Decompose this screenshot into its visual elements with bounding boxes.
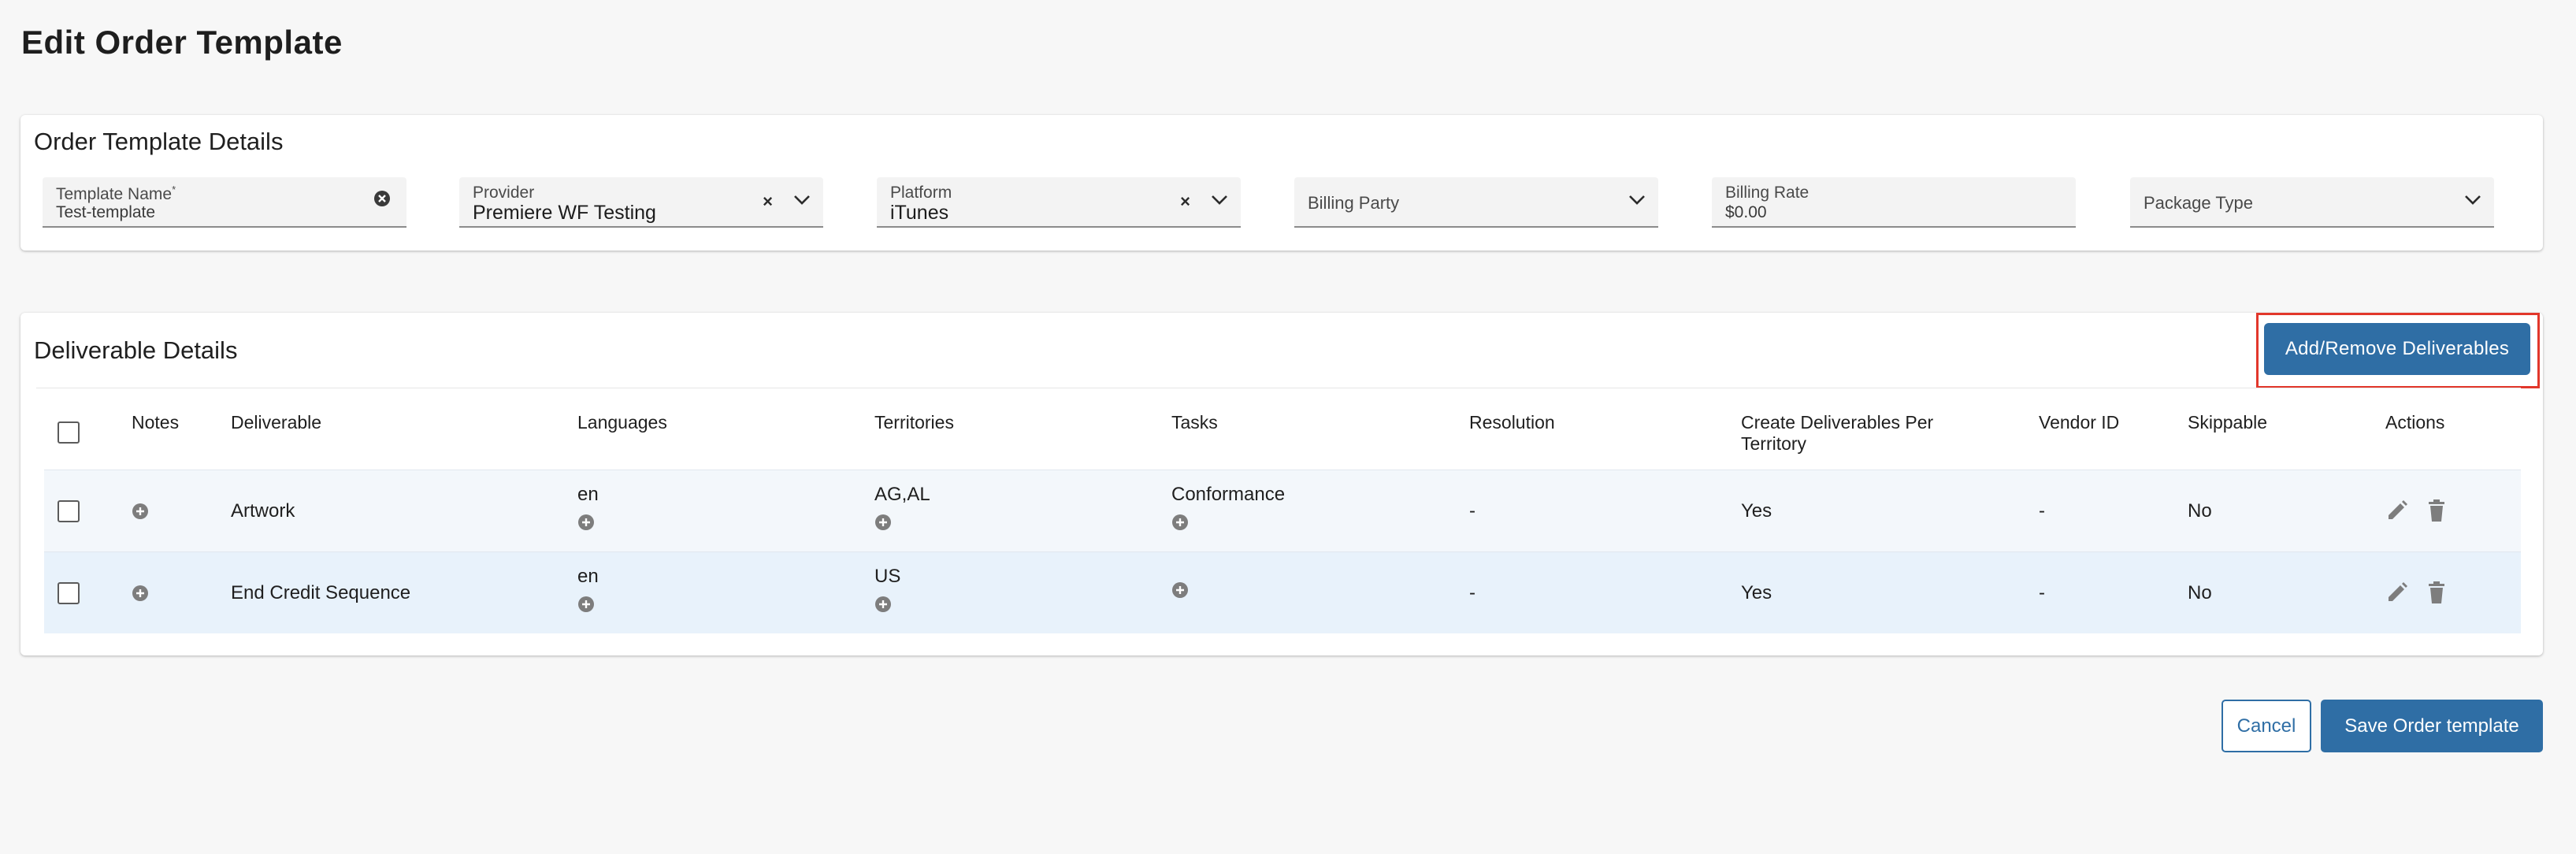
deliverables-section-title: Deliverable Details [34, 336, 238, 364]
add-note-icon[interactable] [132, 585, 149, 602]
row-checkbox[interactable] [58, 500, 80, 522]
provider-value: Premiere WF Testing [473, 202, 656, 224]
add-language-icon[interactable] [577, 596, 595, 613]
table-row: Artwork en AG,AL Conformance - Yes - No [44, 470, 2521, 551]
platform-label: Platform [890, 184, 952, 202]
create-per-territory-value: Yes [1741, 500, 1772, 522]
details-section-title: Order Template Details [34, 128, 284, 155]
billing-rate-field[interactable]: Billing Rate $0.00 [1712, 177, 2076, 228]
languages-value: en [577, 566, 599, 587]
add-note-icon[interactable] [132, 503, 149, 520]
template-name-field[interactable]: Template Name* Test-template [43, 177, 406, 228]
column-header-vendor-id: Vendor ID [2039, 412, 2120, 433]
add-remove-deliverables-button[interactable]: Add/Remove Deliverables [2264, 323, 2530, 375]
save-order-template-button[interactable]: Save Order template [2321, 700, 2543, 752]
vendor-id-value: - [2039, 500, 2045, 522]
billing-rate-value: $0.00 [1725, 203, 1767, 221]
deliverable-name: Artwork [231, 500, 295, 522]
delete-icon[interactable] [2425, 579, 2448, 606]
chevron-down-icon[interactable] [793, 195, 811, 206]
row-checkbox[interactable] [58, 582, 80, 604]
column-header-tasks: Tasks [1171, 412, 1218, 433]
deliverable-name: End Credit Sequence [231, 582, 411, 603]
resolution-value: - [1469, 500, 1475, 522]
chevron-down-icon[interactable] [1628, 195, 1646, 206]
territories-value: AG,AL [874, 484, 930, 505]
delete-icon[interactable] [2425, 497, 2448, 524]
create-per-territory-value: Yes [1741, 582, 1772, 603]
column-header-actions: Actions [2385, 412, 2445, 433]
add-territory-icon[interactable] [874, 596, 892, 613]
provider-label: Provider [473, 184, 535, 202]
tasks-value: Conformance [1171, 484, 1286, 505]
platform-select[interactable]: Platform iTunes × [877, 177, 1241, 228]
package-type-label: Package Type [2144, 193, 2254, 213]
add-task-icon[interactable] [1171, 514, 1189, 531]
vendor-id-value: - [2039, 582, 2045, 603]
territories-value: US [874, 566, 901, 587]
column-header-resolution: Resolution [1469, 412, 1555, 433]
add-language-icon[interactable] [577, 514, 595, 531]
select-all-checkbox[interactable] [58, 421, 80, 444]
table-header: Notes Deliverable Languages Territories … [36, 388, 2521, 470]
page-title: Edit Order Template [21, 24, 343, 61]
order-template-details-card: Order Template Details Template Name* Te… [20, 115, 2543, 251]
template-name-label: Template Name* [56, 184, 176, 203]
column-header-create-per-territory: Create Deliverables Per Territory [1741, 412, 1934, 454]
clear-circle-icon[interactable] [373, 190, 391, 207]
chevron-down-icon[interactable] [1211, 195, 1228, 206]
resolution-value: - [1469, 582, 1475, 603]
edit-icon[interactable] [2385, 497, 2409, 524]
skippable-value: No [2188, 582, 2212, 603]
template-name-value: Test-template [56, 203, 156, 221]
languages-value: en [577, 484, 599, 505]
cancel-button[interactable]: Cancel [2222, 700, 2311, 752]
edit-icon[interactable] [2385, 579, 2409, 606]
billing-party-label: Billing Party [1308, 193, 1400, 213]
billing-party-select[interactable]: Billing Party [1294, 177, 1658, 228]
clear-icon[interactable]: × [763, 191, 773, 212]
column-header-deliverable: Deliverable [231, 412, 322, 433]
clear-icon[interactable]: × [1180, 191, 1190, 212]
column-header-territories: Territories [874, 412, 954, 433]
provider-select[interactable]: Provider Premiere WF Testing × [459, 177, 823, 228]
skippable-value: No [2188, 500, 2212, 522]
column-header-languages: Languages [577, 412, 667, 433]
chevron-down-icon[interactable] [2464, 195, 2481, 206]
column-header-notes: Notes [132, 412, 180, 433]
table-row: End Credit Sequence en US - Yes - No [44, 551, 2521, 633]
billing-rate-label: Billing Rate [1725, 184, 1810, 202]
add-task-icon[interactable] [1171, 581, 1189, 599]
column-header-skippable: Skippable [2188, 412, 2268, 433]
platform-value: iTunes [890, 202, 949, 224]
package-type-select[interactable]: Package Type [2130, 177, 2494, 228]
deliverables-table: Notes Deliverable Languages Territories … [36, 388, 2521, 633]
add-territory-icon[interactable] [874, 514, 892, 531]
